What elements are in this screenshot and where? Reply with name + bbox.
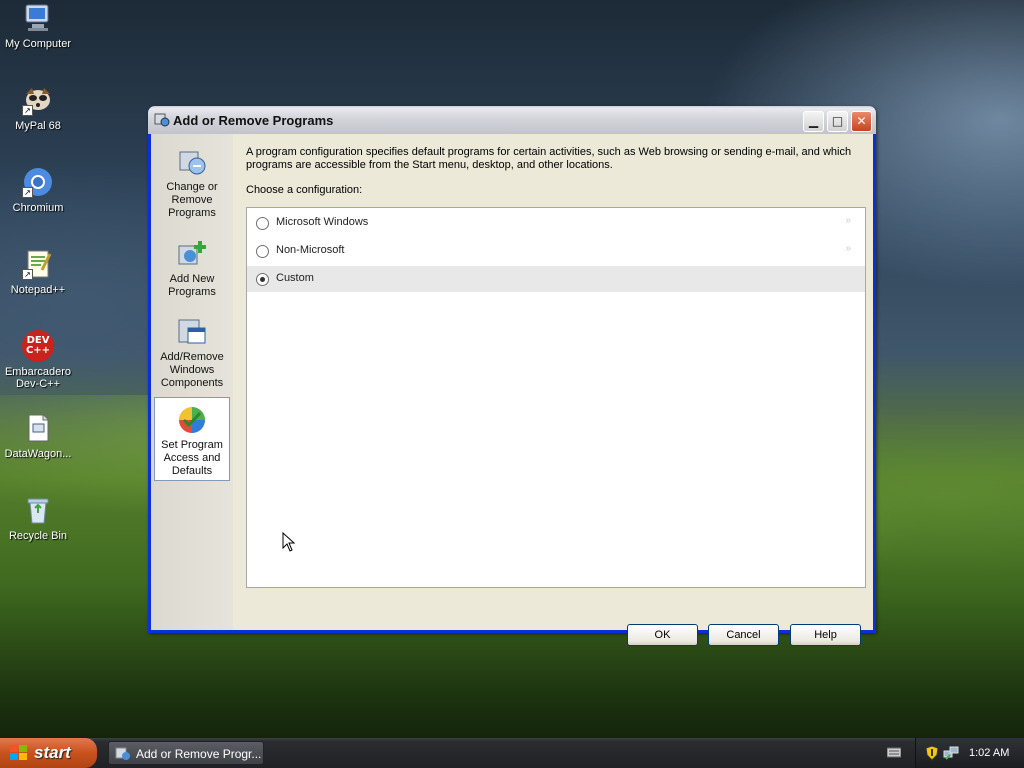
desktop-icon-label: DataWagon...: [4, 448, 72, 460]
document-icon: [22, 412, 54, 444]
shortcut-arrow-icon: ↗: [22, 187, 33, 198]
sidebar-item-change-remove[interactable]: Change or Remove Programs: [154, 140, 230, 220]
sidebar-item-label: Set Program Access and Defaults: [161, 439, 223, 477]
desktop-icon-label: MyPal 68: [15, 120, 61, 132]
taskbar-item-label: Add or Remove Progr...: [136, 747, 262, 761]
sidebar-item-add-new[interactable]: Add New Programs: [154, 232, 230, 299]
minimize-button[interactable]: ▁: [803, 111, 824, 132]
desktop-icon-my-computer[interactable]: My Computer: [0, 2, 76, 50]
change-remove-icon: [176, 146, 208, 178]
sidebar-item-label: Add New Programs: [168, 273, 216, 298]
mouse-cursor-icon: [282, 532, 296, 552]
ok-button[interactable]: OK: [627, 624, 698, 646]
option-label: Custom: [276, 272, 314, 284]
desktop-icon-devcpp[interactable]: DEV C++ Embarcadero Dev-C++: [0, 330, 76, 390]
expand-chevron-icon[interactable]: »: [845, 215, 851, 226]
configuration-description: A program configuration specifies defaul…: [246, 146, 852, 171]
option-non-microsoft[interactable]: Non-Microsoft »: [247, 238, 865, 264]
network-icon[interactable]: [943, 745, 959, 764]
desktop-icon-mypal[interactable]: ↗ MyPal 68: [0, 84, 76, 132]
desktop-icon-datawagon[interactable]: DataWagon...: [0, 412, 76, 460]
devcpp-icon: DEV C++: [22, 330, 54, 362]
option-custom[interactable]: Custom: [247, 266, 865, 292]
add-remove-programs-icon: [154, 112, 170, 128]
choose-configuration-label: Choose a configuration:: [246, 184, 363, 196]
radio-button[interactable]: [256, 217, 269, 230]
shortcut-arrow-icon: ↗: [22, 269, 33, 280]
chromium-icon: ↗: [22, 166, 54, 198]
help-button[interactable]: Help: [790, 624, 861, 646]
mypal-icon: ↗: [22, 84, 54, 116]
window-body: Change or Remove Programs Add New Progra…: [151, 134, 873, 646]
desktop-icon-recycle-bin[interactable]: Recycle Bin: [0, 494, 76, 542]
radio-button[interactable]: [256, 245, 269, 258]
configuration-list: Microsoft Windows » Non-Microsoft » Cust…: [246, 207, 866, 588]
sidebar-item-label: Change or Remove Programs: [166, 181, 218, 219]
sidebar-item-label: Add/Remove Windows Components: [160, 351, 224, 389]
desktop-icon-label: Chromium: [12, 202, 64, 214]
option-label: Non-Microsoft: [276, 244, 345, 256]
desktop-icon-label: My Computer: [4, 38, 72, 50]
desktop-icon-label: Recycle Bin: [8, 530, 68, 542]
option-microsoft-windows[interactable]: Microsoft Windows »: [247, 210, 865, 236]
windows-logo-icon: [10, 745, 28, 761]
sidebar-item-windows-components[interactable]: Add/Remove Windows Components: [154, 310, 230, 390]
shortcut-arrow-icon: ↗: [22, 105, 33, 116]
sidebar-item-program-access[interactable]: Set Program Access and Defaults: [154, 397, 230, 481]
recycle-bin-icon: [22, 494, 54, 526]
desktop-icon-label: Notepad++: [10, 284, 66, 296]
cancel-button[interactable]: Cancel: [708, 624, 779, 646]
add-new-programs-icon: [176, 238, 208, 270]
window-title: Add or Remove Programs: [173, 113, 334, 128]
window-titlebar[interactable]: Add or Remove Programs ▁ □ ✕: [148, 106, 876, 134]
expand-chevron-icon[interactable]: »: [845, 243, 851, 254]
start-label: start: [34, 743, 71, 762]
keyboard-icon[interactable]: [886, 747, 902, 758]
taskbar-item-add-remove-programs[interactable]: Add or Remove Progr...: [108, 741, 264, 765]
program-access-icon: [176, 404, 208, 436]
start-button[interactable]: start: [0, 738, 97, 768]
close-button[interactable]: ✕: [851, 111, 872, 132]
option-label: Microsoft Windows: [276, 216, 369, 228]
add-remove-programs-icon: [115, 746, 131, 762]
radio-button-selected[interactable]: [256, 273, 269, 286]
add-remove-programs-window: Add or Remove Programs ▁ □ ✕ Change or R…: [148, 106, 876, 646]
desktop-icon-notepadpp[interactable]: ↗ Notepad++: [0, 248, 76, 296]
system-tray: 1:02 AM: [915, 738, 1024, 768]
maximize-button[interactable]: □: [827, 111, 848, 132]
task-sidebar: Change or Remove Programs Add New Progra…: [151, 134, 233, 630]
computer-icon: [22, 2, 54, 34]
clock: 1:02 AM: [969, 747, 1010, 759]
desktop-icon-label: Embarcadero Dev-C++: [4, 366, 72, 390]
taskbar: start Add or Remove Progr... 1:02 AM: [0, 738, 1024, 768]
windows-components-icon: [176, 316, 208, 348]
security-shield-icon[interactable]: [925, 745, 939, 764]
desktop-icon-chromium[interactable]: ↗ Chromium: [0, 166, 76, 214]
notepadpp-icon: ↗: [22, 248, 54, 280]
